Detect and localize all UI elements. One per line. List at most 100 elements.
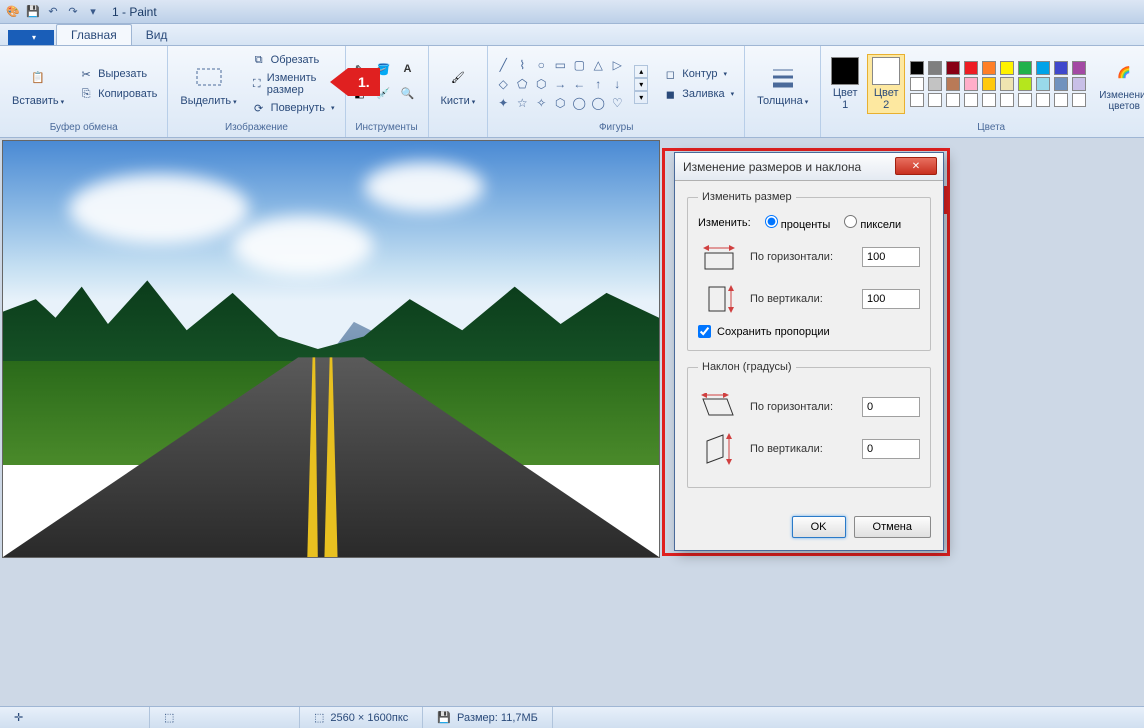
color-swatch[interactable] bbox=[928, 93, 942, 107]
color-swatch[interactable] bbox=[910, 77, 924, 91]
color-swatch[interactable] bbox=[964, 77, 978, 91]
color-swatch[interactable] bbox=[1000, 61, 1014, 75]
fill-label: Заливка bbox=[682, 88, 724, 100]
color-swatch[interactable] bbox=[910, 93, 924, 107]
color-swatch[interactable] bbox=[1072, 61, 1086, 75]
color-swatch[interactable] bbox=[1054, 61, 1068, 75]
dialog-titlebar[interactable]: Изменение размеров и наклона ✕ bbox=[675, 153, 943, 181]
group-shapes-label: Фигуры bbox=[494, 120, 738, 135]
radio-pixels-input[interactable] bbox=[844, 215, 857, 228]
color-swatch[interactable] bbox=[1000, 77, 1014, 91]
color-swatch[interactable] bbox=[982, 93, 996, 107]
ok-button[interactable]: OK bbox=[792, 516, 846, 538]
fill-button[interactable]: ◼Заливка bbox=[658, 84, 738, 104]
keep-ratio-label: Сохранить пропорции bbox=[717, 326, 830, 338]
color-swatch[interactable] bbox=[1054, 77, 1068, 91]
color-swatch[interactable] bbox=[1000, 93, 1014, 107]
copy-icon: ⎘ bbox=[78, 86, 94, 102]
color-swatch[interactable] bbox=[1018, 93, 1032, 107]
color-swatch[interactable] bbox=[1018, 61, 1032, 75]
save-icon[interactable]: 💾 bbox=[24, 3, 42, 21]
clipboard-icon: 📋 bbox=[22, 61, 54, 93]
color-swatch[interactable] bbox=[964, 93, 978, 107]
radio-percent-input[interactable] bbox=[765, 215, 778, 228]
resize-icon: ⛶ bbox=[251, 76, 263, 92]
resize-button[interactable]: ⛶Изменить размер bbox=[247, 70, 339, 98]
horiz-input[interactable] bbox=[862, 247, 920, 267]
color-swatch[interactable] bbox=[946, 93, 960, 107]
skew-horiz-input[interactable] bbox=[862, 397, 920, 417]
shapes-scroll-down[interactable]: ▾ bbox=[634, 78, 648, 91]
rotate-button[interactable]: ⟳Повернуть bbox=[247, 98, 339, 118]
edit-colors-button[interactable]: 🌈 Изменение цветов bbox=[1093, 52, 1144, 116]
text-icon[interactable]: A bbox=[400, 61, 416, 77]
paste-label: Вставить bbox=[12, 95, 64, 107]
cut-button[interactable]: ✂Вырезать bbox=[74, 64, 161, 84]
color-swatch[interactable] bbox=[928, 61, 942, 75]
dialog-close-button[interactable]: ✕ bbox=[895, 157, 937, 175]
color-swatch[interactable] bbox=[1054, 93, 1068, 107]
color-swatch[interactable] bbox=[946, 61, 960, 75]
shapes-scroll-up[interactable]: ▴ bbox=[634, 65, 648, 78]
keep-ratio-checkbox[interactable] bbox=[698, 325, 711, 338]
group-shapes: ╱⌇○▭▢△▷ ◇⬠⬡→←↑↓ ✦☆✧⬡◯◯♡ ▴ ▾ ▾ ◻Контур ◼З… bbox=[488, 46, 745, 137]
group-tools-label: Инструменты bbox=[352, 120, 422, 135]
crop-button[interactable]: ⧉Обрезать bbox=[247, 50, 339, 70]
horiz-resize-icon bbox=[698, 241, 740, 273]
photo-image bbox=[3, 141, 659, 557]
color-swatch[interactable] bbox=[910, 61, 924, 75]
resize-label: Изменить размер bbox=[267, 72, 335, 96]
color-swatch[interactable] bbox=[1072, 77, 1086, 91]
crop-icon: ⧉ bbox=[251, 52, 267, 68]
color-swatch[interactable] bbox=[982, 61, 996, 75]
select-label: Выделить bbox=[180, 95, 236, 107]
color-swatch[interactable] bbox=[1018, 77, 1032, 91]
skew-legend: Наклон (градусы) bbox=[698, 361, 796, 373]
size-label: Толщина bbox=[757, 95, 808, 107]
resize-dialog: Изменение размеров и наклона ✕ Изменить … bbox=[674, 152, 944, 551]
canvas[interactable] bbox=[2, 140, 660, 558]
cancel-button[interactable]: Отмена bbox=[854, 516, 931, 538]
color-swatch[interactable] bbox=[964, 61, 978, 75]
color-swatch[interactable] bbox=[1036, 93, 1050, 107]
color-swatch[interactable] bbox=[982, 77, 996, 91]
tab-view[interactable]: Вид bbox=[132, 25, 182, 45]
file-tab[interactable] bbox=[8, 30, 54, 45]
dims-value: 2560 × 1600пкс bbox=[330, 712, 408, 724]
paste-button[interactable]: 📋 Вставить bbox=[6, 57, 70, 111]
copy-button[interactable]: ⎘ Копировать bbox=[74, 84, 161, 104]
skew-vert-input[interactable] bbox=[862, 439, 920, 459]
brushes-button[interactable]: 🖌 Кисти bbox=[435, 57, 482, 111]
copy-label: Копировать bbox=[98, 88, 157, 100]
shapes-expand[interactable]: ▾ bbox=[634, 91, 648, 104]
undo-icon[interactable]: ↶ bbox=[44, 3, 62, 21]
color-swatch[interactable] bbox=[1036, 61, 1050, 75]
qat-dropdown-icon[interactable]: ▾ bbox=[84, 3, 102, 21]
color-swatch[interactable] bbox=[1072, 93, 1086, 107]
redo-icon[interactable]: ↷ bbox=[64, 3, 82, 21]
outline-button[interactable]: ◻Контур bbox=[658, 64, 738, 84]
color-swatch[interactable] bbox=[946, 77, 960, 91]
shapes-gallery[interactable]: ╱⌇○▭▢△▷ ◇⬠⬡→←↑↓ ✦☆✧⬡◯◯♡ bbox=[494, 56, 626, 112]
color1-swatch bbox=[831, 57, 859, 85]
radio-pixels[interactable]: пиксели bbox=[844, 215, 901, 231]
color2-button[interactable]: Цвет 2 bbox=[867, 54, 905, 114]
vert-resize-icon bbox=[698, 283, 740, 315]
vert-input[interactable] bbox=[862, 289, 920, 309]
cursor-icon: ✛ bbox=[14, 711, 23, 724]
tab-home[interactable]: Главная bbox=[56, 24, 132, 45]
color-palette[interactable] bbox=[909, 60, 1089, 108]
color-swatch[interactable] bbox=[928, 77, 942, 91]
size-button[interactable]: Толщина bbox=[751, 57, 814, 111]
size-value: Размер: 11,7МБ bbox=[457, 712, 538, 724]
scissors-icon: ✂ bbox=[78, 66, 94, 82]
zoom-icon[interactable]: 🔍 bbox=[400, 85, 416, 101]
select-button[interactable]: Выделить bbox=[174, 57, 242, 111]
brush-icon: 🖌 bbox=[442, 61, 474, 93]
color-swatch[interactable] bbox=[1036, 77, 1050, 91]
group-clipboard: 📋 Вставить ✂Вырезать ⎘Копировать Буфер о… bbox=[0, 46, 168, 137]
color1-button[interactable]: Цвет 1 bbox=[827, 55, 863, 113]
radio-percent[interactable]: проценты bbox=[765, 215, 831, 231]
tabbar: Главная Вид bbox=[0, 24, 1144, 46]
brushes-label: Кисти bbox=[441, 95, 476, 107]
